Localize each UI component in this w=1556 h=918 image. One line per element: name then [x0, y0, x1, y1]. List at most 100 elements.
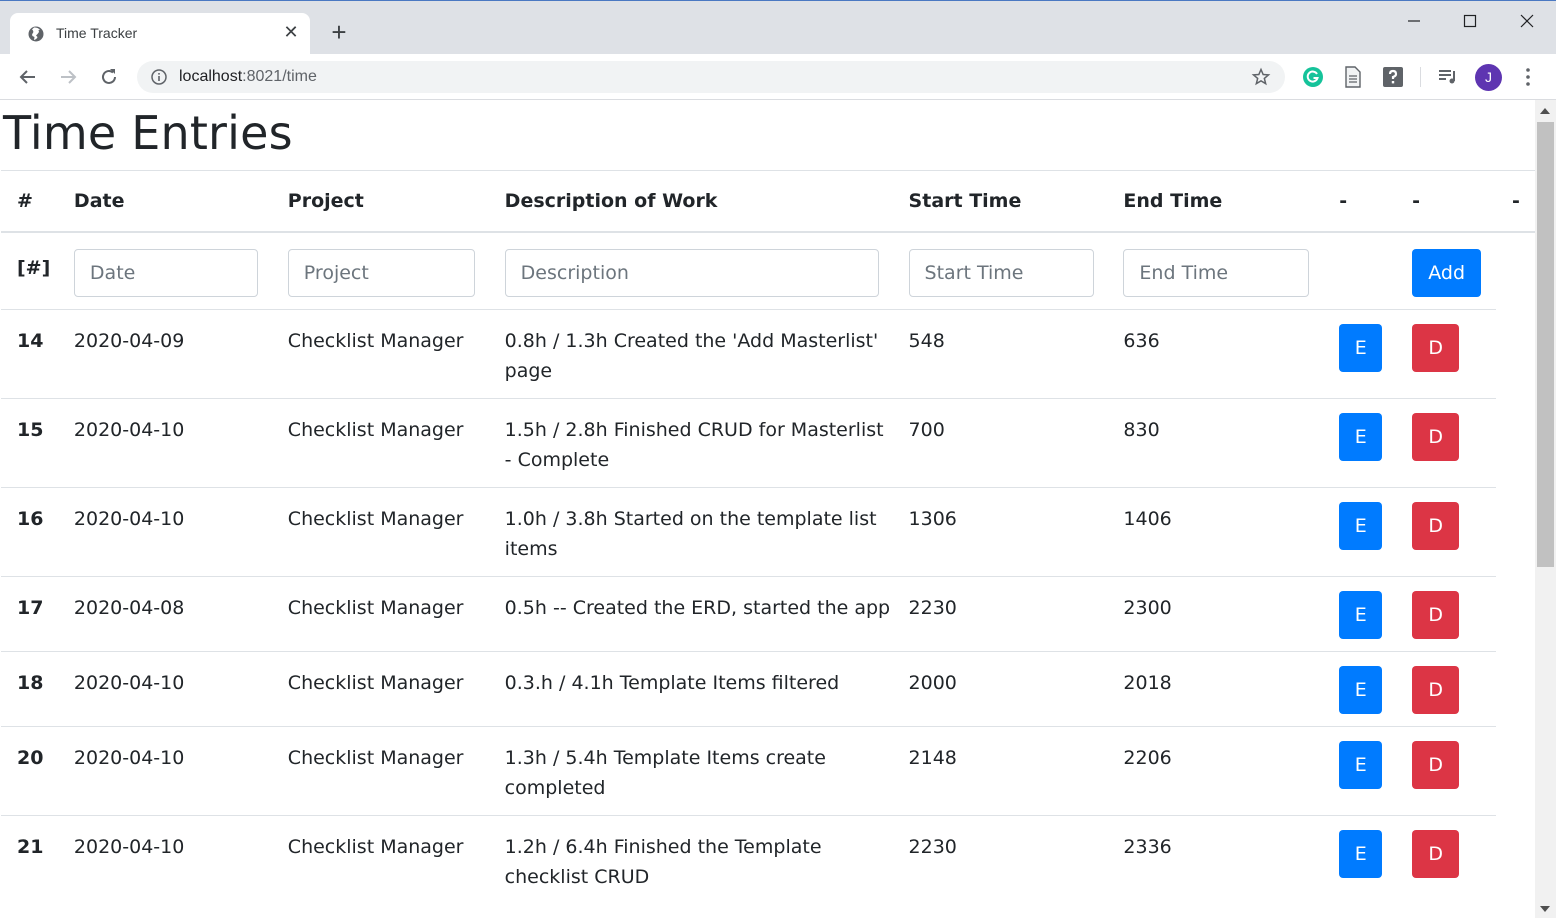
row-delete-cell: D: [1396, 487, 1497, 577]
delete-button[interactable]: D: [1412, 741, 1460, 789]
row-end-time: 2206: [1107, 726, 1324, 816]
table-header-row: # Date Project Description of Work Start…: [1, 171, 1535, 233]
row-description: 1.5h / 2.8h Finished CRUD for Masterlist…: [488, 398, 893, 488]
edit-button[interactable]: E: [1339, 413, 1383, 461]
row-project: Checklist Manager: [271, 726, 489, 816]
address-bar[interactable]: localhost:8021/time: [137, 61, 1285, 93]
edit-button[interactable]: E: [1339, 666, 1383, 714]
row-extra-cell: [1496, 816, 1535, 905]
grammarly-icon[interactable]: [1301, 65, 1325, 89]
delete-button[interactable]: D: [1412, 324, 1460, 372]
edit-button[interactable]: E: [1339, 591, 1383, 639]
edit-button[interactable]: E: [1339, 324, 1383, 372]
page-content: Time Entries # Date Project Description …: [1, 100, 1535, 918]
row-edit-cell: E: [1323, 309, 1397, 399]
scroll-up-arrow-icon[interactable]: [1540, 108, 1550, 114]
row-date: 2020-04-09: [57, 309, 272, 399]
minimize-icon[interactable]: [1402, 9, 1426, 33]
browser-tab[interactable]: Time Tracker ✕: [10, 13, 310, 55]
page-scrollbar[interactable]: [1535, 100, 1556, 918]
back-arrow-icon[interactable]: [16, 65, 40, 89]
info-icon[interactable]: [151, 69, 167, 85]
edit-button[interactable]: E: [1339, 830, 1383, 878]
delete-button[interactable]: D: [1412, 666, 1460, 714]
delete-button[interactable]: D: [1412, 502, 1460, 550]
row-start-time: 2000: [892, 651, 1108, 727]
table-row: 20 2020-04-10 Checklist Manager 1.3h / 5.4h…: [1, 726, 1535, 816]
row-start-time: 2148: [892, 726, 1108, 816]
row-end-time: 636: [1107, 309, 1324, 399]
row-extra-cell: [1496, 310, 1535, 399]
row-delete-cell: D: [1396, 576, 1497, 652]
row-description: 0.3.h / 4.1h Template Items filtered: [488, 651, 893, 727]
header-date: Date: [57, 171, 272, 233]
entry-rows: 14 2020-04-09 Checklist Manager 0.8h / 1.3h…: [1, 309, 1535, 905]
project-input[interactable]: [287, 249, 475, 297]
url-path: :8021/time: [242, 68, 317, 85]
row-delete-cell: D: [1396, 651, 1497, 727]
document-icon[interactable]: [1341, 65, 1365, 89]
close-window-icon[interactable]: [1515, 9, 1539, 33]
media-control-icon[interactable]: [1436, 65, 1460, 89]
scroll-down-arrow-icon[interactable]: [1540, 906, 1550, 912]
edit-button[interactable]: E: [1339, 502, 1383, 550]
row-date: 2020-04-08: [57, 576, 272, 652]
browser-titlebar: Time Tracker ✕ +: [0, 0, 1556, 55]
edit-button[interactable]: E: [1339, 741, 1383, 789]
add-button[interactable]: Add: [1412, 249, 1482, 297]
new-entry-id: [#]: [1, 231, 58, 310]
row-project: Checklist Manager: [271, 309, 489, 399]
row-start-time: 2230: [892, 815, 1108, 904]
header-delete: -: [1396, 171, 1497, 233]
table-row: 14 2020-04-09 Checklist Manager 0.8h / 1.3h…: [1, 309, 1535, 399]
delete-button[interactable]: D: [1412, 591, 1460, 639]
forward-arrow-icon[interactable]: [56, 65, 80, 89]
header-edit: -: [1323, 171, 1397, 233]
table-row: 16 2020-04-10 Checklist Manager 1.0h / 3.8h…: [1, 487, 1535, 577]
row-delete-cell: D: [1396, 398, 1497, 488]
new-tab-icon[interactable]: +: [326, 19, 352, 45]
row-edit-cell: E: [1323, 651, 1397, 727]
scrollbar-thumb[interactable]: [1537, 122, 1554, 567]
row-description: 0.5h -- Created the ERD, started the app: [488, 576, 893, 652]
row-id: 15: [1, 398, 58, 488]
header-id: #: [1, 171, 58, 233]
profile-avatar[interactable]: J: [1475, 64, 1502, 91]
row-start-time: 2230: [892, 576, 1108, 652]
page-title: Time Entries: [3, 106, 293, 160]
row-description: 1.2h / 6.4h Finished the Template checkl…: [488, 815, 893, 904]
row-end-time: 830: [1107, 398, 1324, 488]
reload-icon[interactable]: [97, 65, 121, 89]
row-description: 1.0h / 3.8h Started on the template list…: [488, 487, 893, 577]
row-extra-cell: [1496, 577, 1535, 652]
row-date: 2020-04-10: [57, 815, 272, 904]
close-tab-icon[interactable]: ✕: [280, 22, 302, 44]
row-end-time: 2300: [1107, 576, 1324, 652]
delete-button[interactable]: D: [1412, 413, 1460, 461]
delete-button[interactable]: D: [1412, 830, 1460, 878]
row-date: 2020-04-10: [57, 726, 272, 816]
row-project: Checklist Manager: [271, 651, 489, 727]
date-input[interactable]: [73, 249, 258, 297]
header-description: Description of Work: [488, 171, 893, 233]
end-time-input[interactable]: [1123, 249, 1310, 297]
row-extra-cell: [1496, 399, 1535, 488]
header-end-time: End Time: [1107, 171, 1324, 233]
row-edit-cell: E: [1323, 815, 1397, 904]
help-icon[interactable]: [1381, 65, 1405, 89]
header-project: Project: [271, 171, 489, 233]
start-time-input[interactable]: [908, 249, 1094, 297]
table-row: 17 2020-04-08 Checklist Manager 0.5h -- Cre…: [1, 576, 1535, 652]
row-start-time: 548: [892, 309, 1108, 399]
tab-title: Time Tracker: [56, 25, 138, 41]
maximize-icon[interactable]: [1458, 9, 1482, 33]
description-input[interactable]: [504, 249, 879, 297]
row-edit-cell: E: [1323, 398, 1397, 488]
table-row: 21 2020-04-10 Checklist Manager 1.2h / 6.4h…: [1, 815, 1535, 905]
table-row: 15 2020-04-10 Checklist Manager 1.5h / 2.8h…: [1, 398, 1535, 488]
row-edit-cell: E: [1323, 576, 1397, 652]
bookmark-star-icon[interactable]: [1251, 67, 1271, 87]
menu-kebab-icon[interactable]: [1516, 65, 1540, 89]
globe-icon: [28, 26, 44, 42]
row-id: 16: [1, 487, 58, 577]
